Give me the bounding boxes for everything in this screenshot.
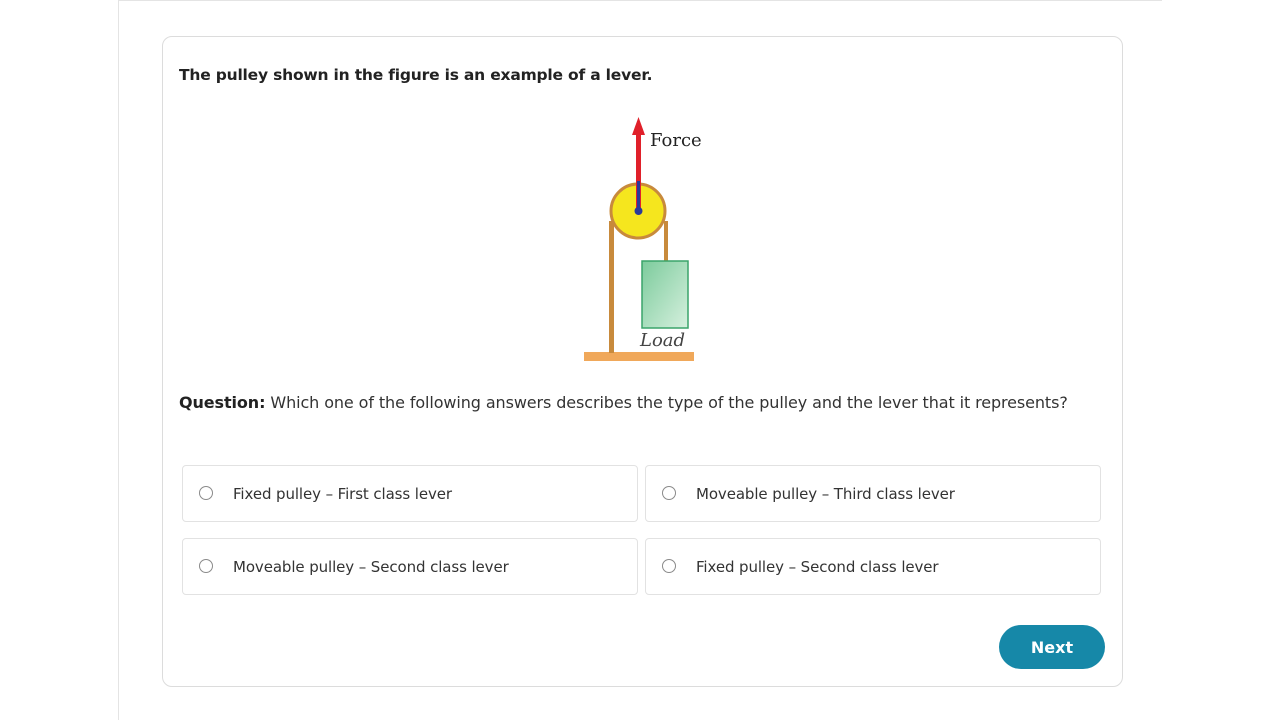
pulley-figure: Force Load [563, 111, 723, 371]
question-label: Question: [179, 393, 266, 412]
ground-base [584, 352, 694, 361]
answer-option-3[interactable]: Moveable pulley – Second class lever [182, 538, 638, 595]
next-button[interactable]: Next [999, 625, 1105, 669]
answer-option-label: Moveable pulley – Second class lever [233, 558, 509, 576]
force-arrow-head [632, 117, 645, 135]
answer-option-label: Fixed pulley – Second class lever [696, 558, 939, 576]
answer-option-4[interactable]: Fixed pulley – Second class lever [645, 538, 1101, 595]
load-box [641, 260, 689, 329]
answer-option-1[interactable]: Fixed pulley – First class lever [182, 465, 638, 522]
pulley-center [634, 207, 643, 215]
question-body: Which one of the following answers descr… [265, 393, 1068, 412]
answer-option-label: Moveable pulley – Third class lever [696, 485, 955, 503]
radio-button[interactable] [662, 486, 676, 500]
radio-button[interactable] [199, 486, 213, 500]
question-statement: The pulley shown in the figure is an exa… [179, 66, 653, 84]
radio-button[interactable] [662, 559, 676, 573]
pulley-axle [637, 181, 640, 211]
pulley-diagram: Force Load [584, 117, 702, 361]
load-label: Load [639, 330, 685, 351]
answer-option-label: Fixed pulley – First class lever [233, 485, 452, 503]
answer-option-2[interactable]: Moveable pulley – Third class lever [645, 465, 1101, 522]
question-card: The pulley shown in the figure is an exa… [162, 36, 1123, 687]
force-label: Force [650, 130, 702, 151]
radio-button[interactable] [199, 559, 213, 573]
rope-right [664, 221, 668, 261]
question-text: Question: Which one of the following ans… [179, 390, 1079, 416]
support-rope-left [609, 221, 614, 353]
